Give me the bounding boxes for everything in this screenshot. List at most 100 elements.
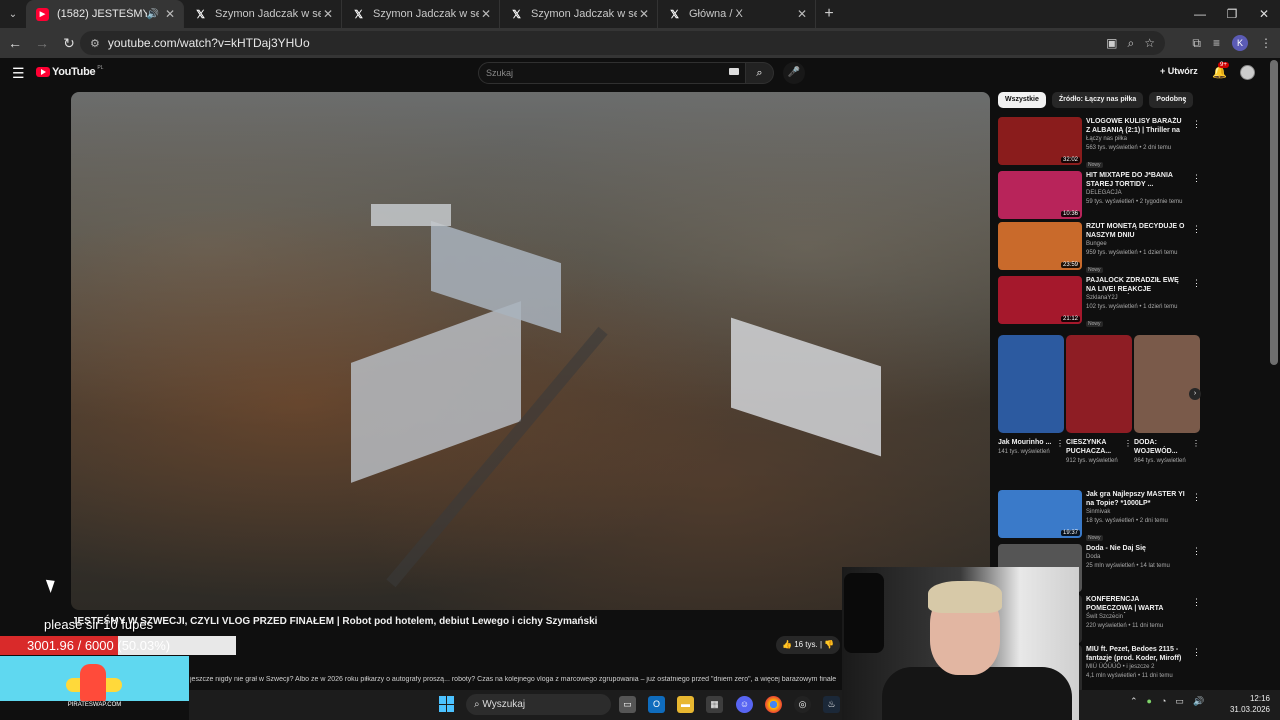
site-info-icon[interactable]: ⚙ — [90, 37, 100, 50]
filter-chip[interactable]: Wszystkie — [998, 92, 1046, 108]
youtube-logo[interactable]: YouTube PL — [36, 65, 103, 78]
steam-icon[interactable]: ♨ — [823, 696, 840, 713]
shorts-next-icon[interactable]: › — [1189, 388, 1201, 400]
more-options-icon[interactable]: ⋮ — [1192, 492, 1201, 503]
browser-tab[interactable]: ▶ (1582) JESTEŚMY W SZWECJI🔊 ✕ — [26, 0, 184, 28]
video-thumbnail[interactable]: 10:36 — [998, 171, 1082, 219]
short-item[interactable]: DODA: WOJEWÓD... 964 tys. wyświetleń ⋮ — [1134, 335, 1200, 465]
reload-icon[interactable]: ↻ — [57, 31, 81, 55]
file-explorer-icon[interactable]: ▬ — [677, 696, 694, 713]
back-icon[interactable]: ← — [3, 31, 27, 55]
channel-name[interactable]: Bungee — [1086, 240, 1186, 249]
notifications-bell-icon[interactable]: 🔔 9+ — [1212, 62, 1229, 79]
new-tab-button[interactable]: + — [816, 5, 842, 23]
voice-search-icon[interactable]: 🎤 — [783, 62, 805, 84]
channel-name[interactable]: Doda — [1086, 553, 1186, 562]
url-field[interactable]: ⚙ youtube.com/watch?v=kHTDaj3YHUo ▣ ⌕ ☆ — [80, 31, 1165, 55]
more-options-icon[interactable]: ⋮ — [1056, 439, 1064, 448]
channel-name[interactable]: SzklanaY2J — [1086, 294, 1186, 303]
chrome-icon[interactable] — [765, 696, 782, 713]
tray-overflow-icon[interactable]: ⌃ — [1130, 696, 1138, 707]
video-thumbnail[interactable]: 32:02 — [998, 117, 1082, 165]
tab-close-icon[interactable]: ✕ — [637, 7, 651, 21]
short-thumbnail[interactable] — [1134, 335, 1200, 433]
zoom-icon[interactable]: ⌕ — [1128, 36, 1135, 51]
short-item[interactable]: Jak Mourinho ... 141 tys. wyświetleń ⋮ — [998, 335, 1064, 456]
discord-icon[interactable]: ☺ — [736, 696, 753, 713]
search-button[interactable]: ⌕ — [746, 62, 774, 84]
more-options-icon[interactable]: ⋮ — [1192, 597, 1201, 608]
keyboard-icon[interactable] — [729, 68, 739, 75]
video-thumbnail[interactable]: 23:59 — [998, 222, 1082, 270]
tab-close-icon[interactable]: ✕ — [163, 7, 177, 21]
close-window-icon[interactable]: ✕ — [1248, 0, 1280, 28]
volume-icon[interactable]: 🔊 — [1193, 696, 1204, 707]
recommended-title[interactable]: KONFERENCJA POMECZOWA | WARTA POZNAŃ - Ś… — [1086, 595, 1186, 613]
more-options-icon[interactable]: ⋮ — [1192, 119, 1201, 130]
extensions-icon[interactable]: ⧉ — [1192, 36, 1201, 51]
recommended-title[interactable]: RZUT MONETĄ DECYDUJE O NASZYM DNIU — [1086, 222, 1186, 240]
hamburger-menu-icon[interactable]: ☰ — [12, 65, 25, 82]
video-thumbnail[interactable]: 21:12 — [998, 276, 1082, 324]
recommended-title[interactable]: Doda - Nie Daj Się — [1086, 544, 1186, 553]
recommended-title[interactable]: MIÚ ft. Pezet, Bedoes 2115 - fantazje (p… — [1086, 645, 1186, 663]
browser-tab[interactable]: 𝕏 Szymon Jadczak w serwisie X: „✕ — [342, 0, 500, 28]
wifi-icon[interactable]: ◔ — [1161, 696, 1166, 707]
tab-close-icon[interactable]: ✕ — [479, 7, 493, 21]
short-title[interactable]: DODA: WOJEWÓD... — [1134, 438, 1188, 456]
obs-icon[interactable]: ◎ — [794, 696, 811, 713]
more-options-icon[interactable]: ⋮ — [1192, 439, 1200, 448]
bookmark-star-icon[interactable]: ☆ — [1144, 36, 1155, 50]
store-icon[interactable]: ▦ — [706, 696, 723, 713]
browser-tab[interactable]: 𝕏 Szymon Jadczak w serwisie X: „✕ — [500, 0, 658, 28]
network-icon[interactable]: ▭ — [1175, 696, 1184, 707]
speaker-icon[interactable]: 🔊 — [147, 9, 159, 20]
tab-search-icon[interactable]: ⌄ — [0, 0, 26, 28]
channel-name[interactable]: MIÚ ÚÓÚÚÓ • i jeszcze 2 — [1086, 663, 1186, 672]
recommended-video[interactable]: 23:59 RZUT MONETĄ DECYDUJE O NASZYM DNIU B… — [998, 222, 1201, 273]
forward-icon[interactable]: → — [30, 31, 54, 55]
more-options-icon[interactable]: ⋮ — [1124, 439, 1132, 448]
chevron-right-icon[interactable]: › — [1183, 96, 1186, 107]
video-thumbnail[interactable]: 19:37 — [998, 490, 1082, 538]
tab-close-icon[interactable]: ✕ — [795, 7, 809, 21]
recommended-video[interactable]: 21:12 PAJALOCK ZDRADZIŁ EWĘ NA LIVE! REAK… — [998, 276, 1201, 327]
video-description[interactable]: jeszcze nigdy nie grał w Szwecji? Albo ż… — [190, 676, 842, 683]
channel-name[interactable]: Sinmivak — [1086, 508, 1186, 517]
outlook-icon[interactable]: O — [648, 696, 665, 713]
recommended-video[interactable]: 19:37 Jak gra Najlepszy MASTER YI na Topi… — [998, 490, 1201, 541]
recommended-title[interactable]: VLOGOWE KULISY BARAŻU Z ALBANIĄ (2:1) | … — [1086, 117, 1186, 135]
short-thumbnail[interactable] — [998, 335, 1064, 433]
media-icon[interactable]: ≡ — [1213, 36, 1220, 50]
tray-app-icon[interactable]: ● — [1147, 696, 1152, 707]
more-options-icon[interactable]: ⋮ — [1192, 224, 1201, 235]
short-title[interactable]: CIESZYNKA PUCHACZA... — [1066, 438, 1120, 456]
more-options-icon[interactable]: ⋮ — [1192, 173, 1201, 184]
browser-tab[interactable]: 𝕏 Szymon Jadczak w serwisie X: „✕ — [184, 0, 342, 28]
filter-chip[interactable]: Źródło: Łączy nas piłka — [1051, 92, 1144, 108]
recommended-title[interactable]: PAJALOCK ZDRADZIŁ EWĘ NA LIVE! REAKCJE S… — [1086, 276, 1186, 294]
tab-close-icon[interactable]: ✕ — [321, 7, 335, 21]
search-input[interactable]: Szukaj — [478, 62, 746, 84]
recommended-video[interactable]: 32:02 VLOGOWE KULISY BARAŻU Z ALBANIĄ (2:… — [998, 117, 1201, 168]
recommended-title[interactable]: Jak gra Najlepszy MASTER YI na Topie? *1… — [1086, 490, 1186, 508]
more-options-icon[interactable]: ⋮ — [1192, 278, 1201, 289]
minimize-icon[interactable]: — — [1184, 0, 1216, 28]
channel-name[interactable]: DELEGACJA — [1086, 189, 1186, 198]
more-options-icon[interactable]: ⋮ — [1192, 647, 1201, 658]
video-player[interactable] — [71, 92, 990, 610]
channel-name[interactable]: Świt Szczecin — [1086, 613, 1186, 622]
task-view-icon[interactable]: ▭ — [619, 696, 636, 713]
menu-kebab-icon[interactable]: ⋮ — [1260, 36, 1272, 50]
windows-start-icon[interactable] — [439, 696, 455, 712]
channel-name[interactable]: Łączy nas piłka — [1086, 135, 1186, 144]
page-scrollbar[interactable] — [1270, 60, 1278, 365]
install-icon[interactable]: ▣ — [1106, 36, 1117, 50]
like-button[interactable]: 👍 16 tys. | 👎 — [776, 636, 841, 654]
recommended-title[interactable]: HIT MIXTAPE DO J*BANIA STAREJ TORTIDY ..… — [1086, 171, 1186, 189]
short-title[interactable]: Jak Mourinho ... — [998, 438, 1052, 447]
browser-tab[interactable]: 𝕏 Główna / X ✕ — [658, 0, 816, 28]
short-thumbnail[interactable] — [1066, 335, 1132, 433]
filter-chip[interactable]: Podobne — [1149, 92, 1194, 108]
profile-avatar[interactable]: K — [1232, 35, 1248, 51]
